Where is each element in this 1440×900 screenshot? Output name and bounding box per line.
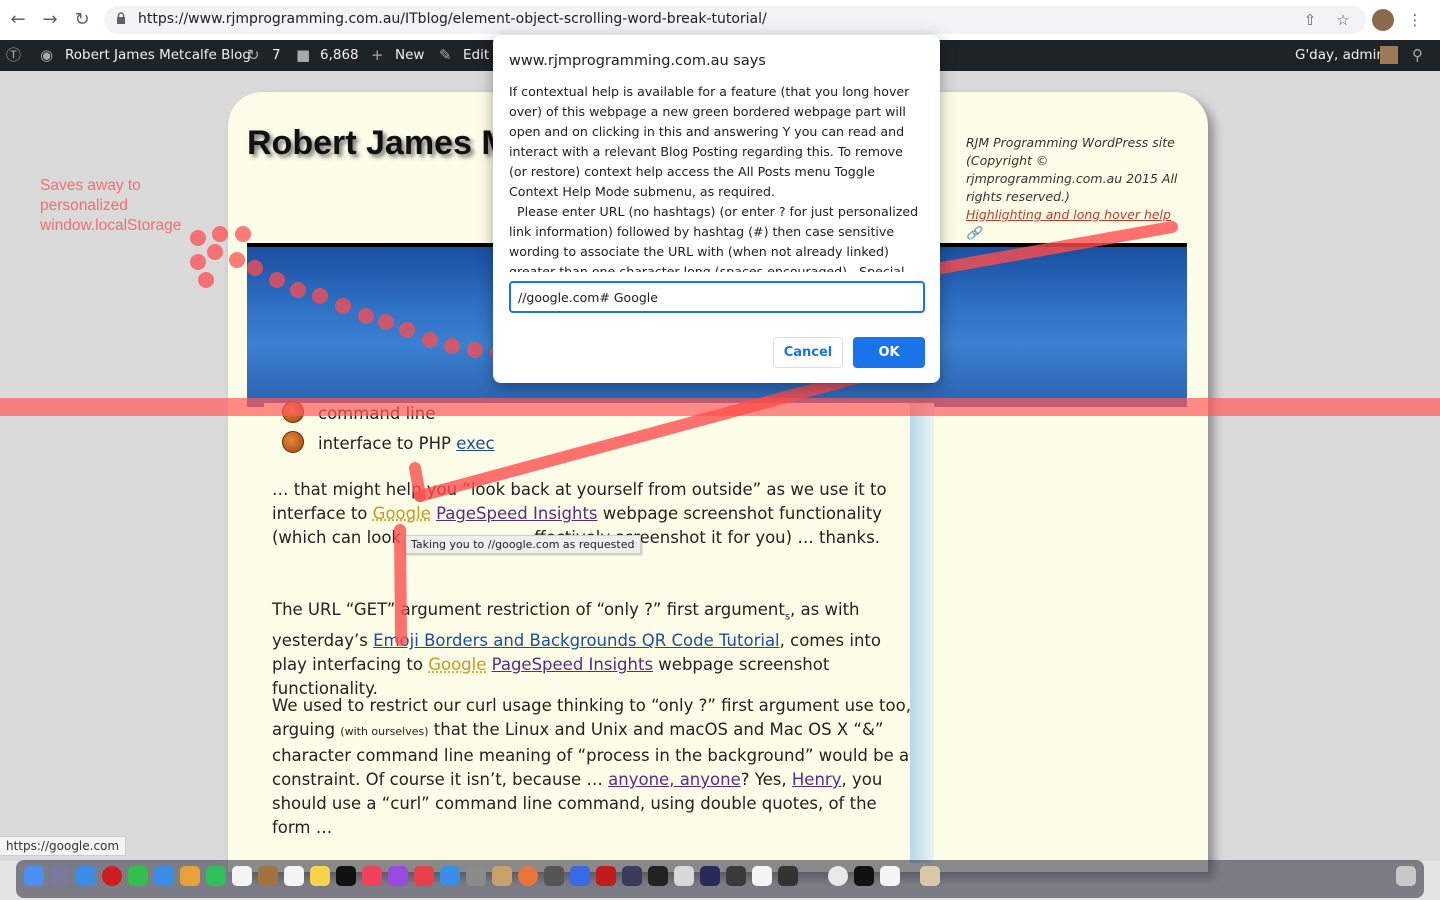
- back-icon[interactable]: ←: [6, 8, 30, 32]
- trash-icon[interactable]: [1396, 866, 1416, 886]
- dialog-input[interactable]: [509, 281, 925, 313]
- annotation-note: Saves away to personalized window.localS…: [40, 176, 181, 236]
- filezilla-icon[interactable]: [596, 866, 616, 886]
- textedit-icon[interactable]: [752, 866, 772, 886]
- admin-site-name[interactable]: Robert James Metcalfe Blog: [65, 47, 251, 63]
- profile-avatar[interactable]: [1372, 9, 1394, 31]
- reload-icon[interactable]: ↻: [70, 8, 94, 32]
- paragraph-text: The URL “GET” argument restriction of “o…: [272, 600, 785, 619]
- list-item-text: command line: [318, 404, 436, 423]
- app-icon[interactable]: [700, 866, 720, 886]
- dialog-message-text: Please enter URL (no hashtags) (or enter…: [509, 204, 919, 272]
- status-bar-url: https://google.com: [0, 836, 127, 856]
- paragraph-text: ? Yes,: [740, 770, 792, 789]
- google-personal-link[interactable]: Google: [373, 504, 431, 523]
- paragraph-2: The URL “GET” argument restriction of “o…: [272, 598, 912, 701]
- music-icon[interactable]: [362, 866, 382, 886]
- list-item: interface to PHP exec: [282, 431, 495, 453]
- annotation-line: personalized: [40, 197, 128, 214]
- app-icon[interactable]: [726, 866, 746, 886]
- dialog-title: www.rjmprogramming.com.au says: [509, 53, 766, 69]
- exec-link[interactable]: exec: [456, 434, 494, 453]
- system-preferences-icon[interactable]: [466, 866, 486, 886]
- safari-icon[interactable]: [76, 866, 96, 886]
- list-item-text: interface to PHP: [318, 434, 457, 453]
- app-icon[interactable]: [492, 866, 512, 886]
- lock-icon: [117, 12, 125, 24]
- app-icon[interactable]: [674, 866, 694, 886]
- mail-icon[interactable]: [154, 866, 174, 886]
- app-store-icon[interactable]: [440, 866, 460, 886]
- comments-icon: ■: [296, 46, 311, 64]
- new-menu[interactable]: New: [395, 47, 424, 63]
- terminal-icon[interactable]: [854, 866, 874, 886]
- tv-icon[interactable]: [336, 866, 356, 886]
- pagespeed-link[interactable]: PageSpeed Insights: [436, 504, 597, 523]
- facetime-icon[interactable]: [206, 866, 226, 886]
- sidebar-copyright-text: RJM Programming WordPress site (Copyrigh…: [966, 135, 1178, 204]
- google-personal-link[interactable]: Google: [428, 655, 486, 674]
- paragraph-3: We used to restrict our curl usage think…: [272, 694, 912, 840]
- launchpad-icon[interactable]: [50, 866, 70, 886]
- emoji-borders-link[interactable]: Emoji Borders and Backgrounds QR Code Tu…: [373, 631, 780, 650]
- link-tooltip: Taking you to //google.com as requested: [404, 535, 642, 554]
- pagespeed-link[interactable]: PageSpeed Insights: [492, 655, 653, 674]
- dialog-message-text: If contextual help is available for a fe…: [509, 84, 910, 199]
- photos-icon[interactable]: [180, 866, 200, 886]
- admin-greeting[interactable]: G'day, admin: [1295, 47, 1385, 63]
- pencil-icon: ✎: [439, 46, 452, 64]
- basketball-bullet-icon: [282, 401, 304, 423]
- content-column-edge: [910, 403, 934, 863]
- comments-count[interactable]: 6,868: [320, 47, 359, 63]
- share-icon[interactable]: ⇧: [1300, 10, 1320, 30]
- sidebar-help-link[interactable]: Highlighting and long hover help: [966, 207, 1171, 222]
- opera-icon[interactable]: [102, 866, 122, 886]
- small-text: (with ourselves): [340, 725, 429, 738]
- basketball-bullet-icon: [282, 431, 304, 453]
- cancel-button[interactable]: Cancel: [773, 337, 843, 368]
- chrome-icon[interactable]: [828, 866, 848, 886]
- wordpress-icon[interactable]: Ⓣ: [6, 46, 21, 64]
- updates-count[interactable]: 7: [272, 47, 281, 63]
- annotation-line: window.localStorage: [40, 217, 182, 234]
- script-editor-icon[interactable]: [880, 866, 900, 886]
- menu-icon[interactable]: ⋮: [1405, 10, 1425, 30]
- terminal-icon[interactable]: [648, 866, 668, 886]
- news-icon[interactable]: [414, 866, 434, 886]
- site-title[interactable]: Robert James M: [247, 124, 510, 163]
- anyone-link[interactable]: anyone, anyone: [608, 770, 741, 789]
- star-icon[interactable]: ☆: [1333, 10, 1353, 30]
- forward-icon[interactable]: →: [38, 8, 62, 32]
- updates-icon: ↻: [247, 46, 260, 64]
- messages-icon[interactable]: [128, 866, 148, 886]
- bbedit-icon[interactable]: [622, 866, 642, 886]
- finder-icon[interactable]: [24, 866, 44, 886]
- search-icon[interactable]: ⚲: [1412, 46, 1423, 64]
- podcasts-icon[interactable]: [388, 866, 408, 886]
- url-text[interactable]: https://www.rjmprogramming.com.au/ITblog…: [138, 11, 767, 27]
- firefox-icon[interactable]: [518, 866, 538, 886]
- calculator-icon[interactable]: [544, 866, 564, 886]
- reminders-icon[interactable]: [284, 866, 304, 886]
- sidebar-copyright: RJM Programming WordPress site (Copyrigh…: [966, 134, 1186, 242]
- app-icon[interactable]: [920, 866, 940, 886]
- contacts-icon[interactable]: [258, 866, 278, 886]
- link-icon: 🔗: [966, 225, 982, 240]
- dialog-message: If contextual help is available for a fe…: [509, 82, 924, 272]
- calendar-icon[interactable]: [232, 866, 252, 886]
- notes-icon[interactable]: [310, 866, 330, 886]
- xcode-icon[interactable]: [570, 866, 590, 886]
- plus-icon: +: [371, 46, 384, 64]
- macos-dock: [16, 860, 1424, 898]
- dashboard-icon: ◉: [40, 46, 54, 64]
- app-icon[interactable]: [778, 866, 798, 886]
- admin-avatar[interactable]: [1380, 46, 1398, 64]
- henry-link[interactable]: Henry: [792, 770, 842, 789]
- list-item: command line: [282, 401, 435, 423]
- ok-button[interactable]: OK: [853, 337, 925, 368]
- annotation-line: Saves away to: [40, 177, 141, 194]
